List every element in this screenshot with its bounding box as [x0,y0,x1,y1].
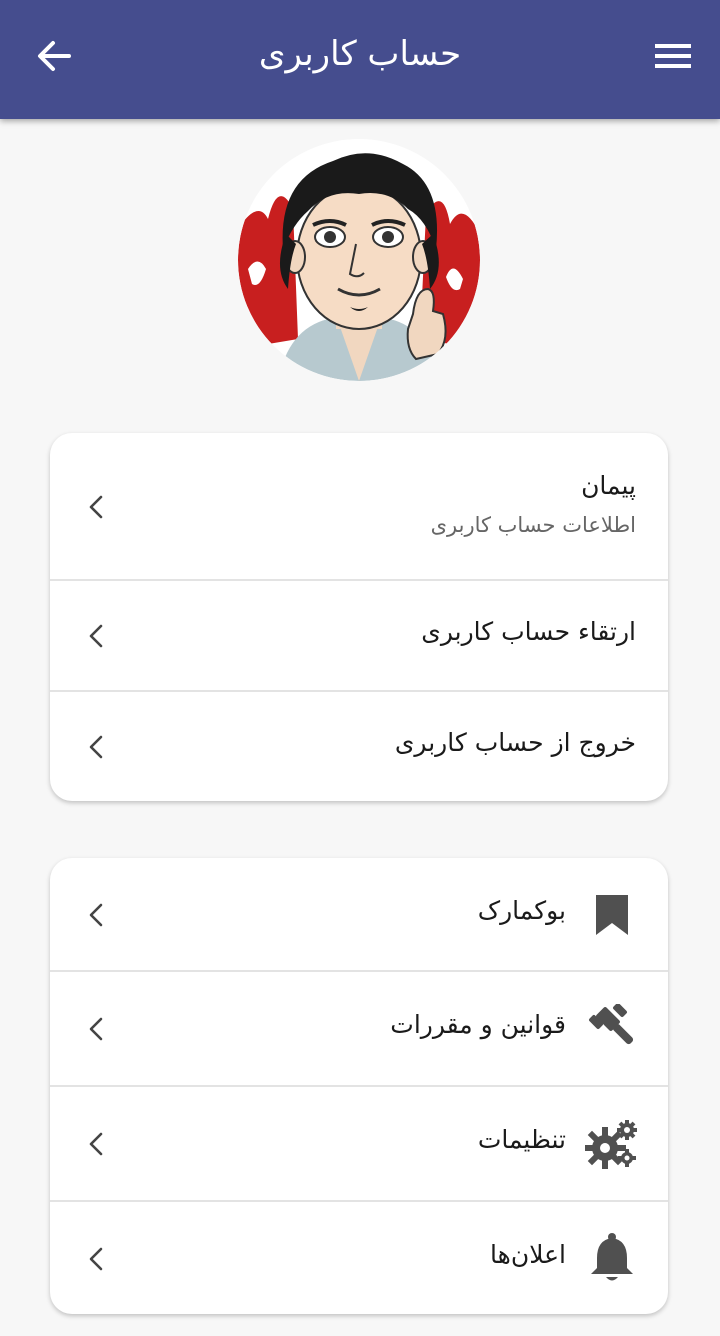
chevron-left-icon [84,1129,108,1159]
hamburger-menu-icon [655,44,691,68]
chevron-left-icon [84,492,108,522]
bookmark-label: بوکمارک [477,896,566,925]
profile-info-row[interactable]: پیمان اطلاعات حساب کاربری [50,433,668,581]
notifications-row[interactable]: اعلان‌ها [50,1202,668,1314]
page-title: حساب کاربری [258,34,462,74]
avatar[interactable] [238,139,480,381]
bookmark-row[interactable]: بوکمارک [50,858,668,972]
app-bar: حساب کاربری [0,0,720,119]
terms-label: قوانین و مقررات [390,1010,566,1039]
gears-icon [584,1116,640,1172]
menu-button[interactable] [648,32,698,80]
notifications-label: اعلان‌ها [490,1240,566,1269]
profile-subtitle: اطلاعات حساب کاربری [430,513,636,537]
chevron-left-icon [84,621,108,651]
gavel-icon [584,1001,640,1057]
menu-card: بوکمارک قوانین و مقررات تنظیمات [50,858,668,1314]
upgrade-account-label: ارتقاء حساب کاربری [421,617,636,646]
chevron-left-icon [84,1014,108,1044]
account-card: پیمان اطلاعات حساب کاربری ارتقاء حساب کا… [50,433,668,801]
bookmark-icon [584,887,640,943]
chevron-left-icon [84,732,108,762]
logout-label: خروج از حساب کاربری [394,728,636,757]
terms-row[interactable]: قوانین و مقررات [50,972,668,1087]
settings-row[interactable]: تنظیمات [50,1087,668,1202]
cartoon-avatar-image [238,139,480,381]
chevron-left-icon [84,900,108,930]
upgrade-account-row[interactable]: ارتقاء حساب کاربری [50,581,668,692]
logout-row[interactable]: خروج از حساب کاربری [50,692,668,801]
bell-icon [584,1230,640,1286]
chevron-left-icon [84,1244,108,1274]
profile-name: پیمان [581,471,636,500]
settings-label: تنظیمات [477,1125,566,1154]
